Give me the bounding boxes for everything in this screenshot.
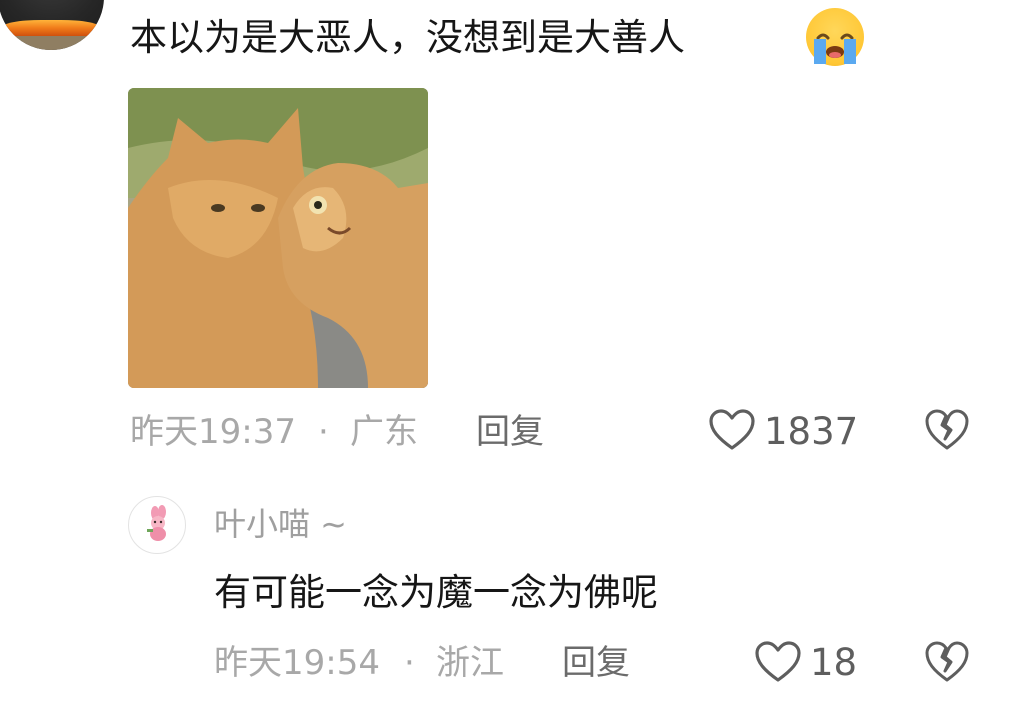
comment-timestamp: 昨天19:37: [130, 412, 296, 452]
loudly-crying-emoji-icon: [806, 8, 864, 66]
reply-separator: ·: [404, 643, 415, 683]
broken-heart-icon: [925, 641, 969, 682]
reply-location: 浙江: [436, 643, 504, 683]
replier-avatar[interactable]: [128, 496, 186, 554]
reply-like-count: 18: [810, 641, 858, 684]
broken-heart-icon: [925, 409, 969, 450]
comment-separator: ·: [318, 412, 329, 452]
comment-location: 广东: [350, 412, 418, 452]
heart-icon: [709, 409, 755, 450]
heart-icon: [755, 641, 801, 682]
reply-like-button[interactable]: [754, 640, 802, 684]
reply-text: 有可能一念为魔一念为佛呢: [214, 571, 658, 614]
comment-dislike-button[interactable]: [924, 408, 970, 452]
bunny-sticker-icon: [147, 505, 166, 541]
comment-reply-button[interactable]: 回复: [476, 412, 544, 452]
comment-text: 本以为是大恶人，没想到是大善人: [130, 16, 685, 59]
cat-meme-photo[interactable]: [128, 88, 428, 388]
reply-username[interactable]: 叶小喵 ~: [214, 504, 347, 544]
commenter-avatar[interactable]: [0, 0, 104, 50]
reply-reply-button[interactable]: 回复: [562, 643, 630, 683]
comment-like-count: 1837: [764, 410, 859, 453]
reply-timestamp: 昨天19:54: [214, 643, 380, 683]
comment-like-button[interactable]: [708, 408, 756, 452]
reply-dislike-button[interactable]: [924, 640, 970, 684]
